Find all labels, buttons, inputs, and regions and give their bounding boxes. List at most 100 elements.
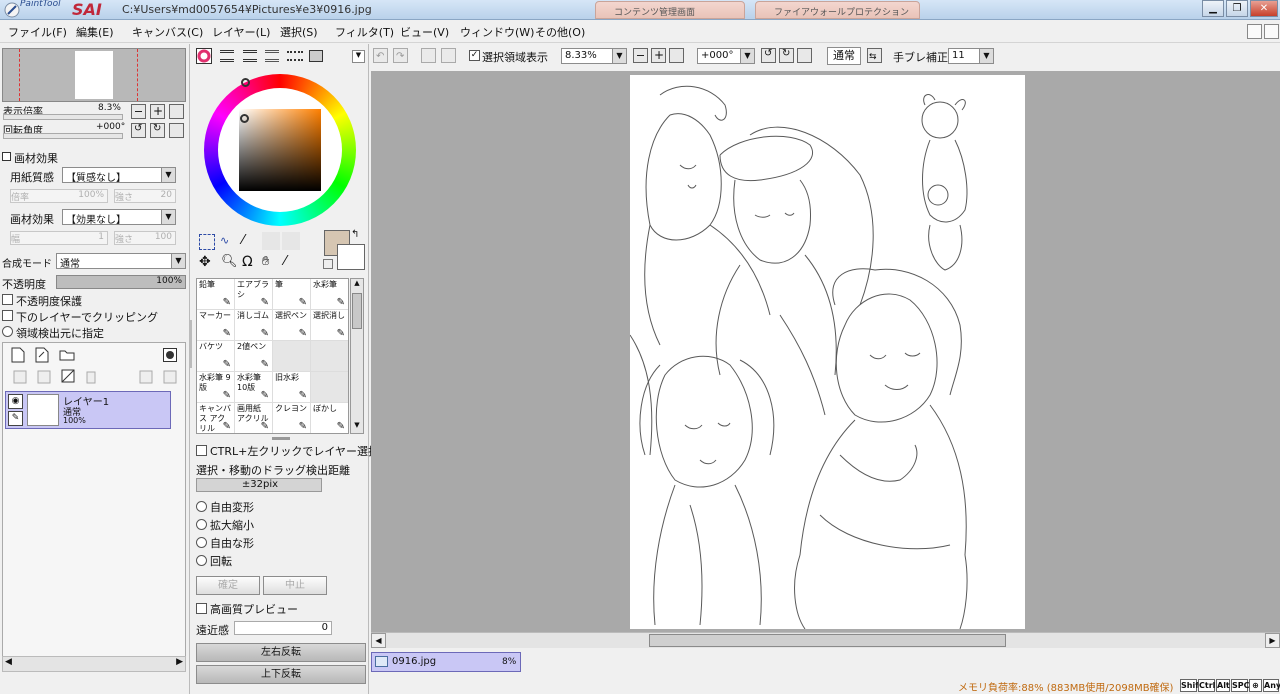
zoom-out-button[interactable] (131, 104, 146, 119)
drag-distance-slider[interactable]: ±32pix (196, 478, 322, 492)
stabilizer-select[interactable]: 11 ▼ (948, 48, 994, 64)
transparent-color-icon[interactable] (323, 259, 333, 269)
opacity-slider[interactable]: 100% (56, 275, 186, 289)
new-layer-icon[interactable] (11, 347, 25, 363)
deselect-button[interactable] (421, 48, 436, 63)
rotate-slider[interactable] (3, 133, 123, 139)
cancel-button[interactable]: 中止 (263, 576, 327, 595)
tool-slot[interactable]: 鉛筆 ✎ (197, 279, 235, 310)
rotate-reset-button[interactable] (169, 123, 184, 138)
tool-slot[interactable]: 水彩筆 10版 ✎ (235, 372, 273, 403)
minimize-button[interactable]: ▁ (1202, 0, 1224, 17)
canvas-rotate-reset-button[interactable] (797, 48, 812, 63)
scale-radio[interactable] (196, 519, 207, 530)
folder-icon[interactable] (59, 349, 75, 361)
layer-scrollbar[interactable]: ◀ ▶ (2, 656, 186, 672)
tool-slot[interactable]: 筆 ✎ (273, 279, 311, 310)
move-icon[interactable]: ✥ (199, 254, 211, 270)
saturation-value-square[interactable] (239, 109, 321, 191)
canvas-blend-button[interactable]: 通常 (827, 47, 861, 65)
tool-slot[interactable]: 水彩筆 9版 ✎ (197, 372, 235, 403)
canvas-horizontal-scrollbar[interactable]: ◀ ▶ (371, 632, 1280, 648)
panel-menu-icon[interactable]: ▼ (352, 50, 365, 63)
rotate-left-button[interactable]: ↺ (131, 123, 146, 138)
hq-preview-checkbox[interactable] (196, 603, 207, 614)
hue-handle[interactable] (241, 78, 250, 87)
scratchpad-icon[interactable] (287, 51, 303, 61)
rotate-right-button[interactable]: ↻ (150, 123, 165, 138)
tool-slot[interactable]: 水彩筆 ✎ (311, 279, 348, 310)
canvas-area[interactable] (371, 71, 1280, 632)
canvas-rotate-left-button[interactable]: ↺ (761, 48, 776, 63)
hand-icon[interactable]: ✋︎ (262, 254, 269, 269)
canvas-flip-button[interactable]: ⇆ (867, 48, 882, 63)
magic-wand-icon[interactable]: ⁄ (242, 233, 260, 251)
tool-slot[interactable]: キャンバス アクリル ✎ (197, 403, 235, 433)
layer-row[interactable]: ◉ ✎ レイヤー1 通常 100% (5, 391, 171, 429)
merge-down-icon[interactable] (37, 370, 51, 384)
pencil-icon[interactable]: ✎ (8, 411, 23, 426)
paper-texture-select[interactable]: 【質感なし】 ▼ (62, 167, 176, 183)
canvas-zoom-in-button[interactable]: + (651, 48, 666, 63)
canvas-rotate-right-button[interactable]: ↻ (779, 48, 794, 63)
menu-selection[interactable]: 選択(S) (280, 24, 318, 40)
tool-grid-scrollbar[interactable]: ▲ ▼ (350, 278, 364, 434)
rotate-radio[interactable] (196, 555, 207, 566)
confirm-button[interactable]: 確定 (196, 576, 260, 595)
zoom-slider[interactable] (3, 114, 123, 120)
canvas-zoom-out-button[interactable] (633, 48, 648, 63)
tool-slot[interactable]: 旧水彩 ✎ (273, 372, 311, 403)
color-mixer-icon[interactable] (309, 50, 323, 62)
menu-window[interactable]: ウィンドウ(W) (460, 24, 534, 40)
canvas-paper[interactable] (630, 75, 1025, 629)
flip-vertical-button[interactable]: 上下反転 (196, 665, 366, 684)
zoom-icon[interactable]: 🔍︎ (221, 254, 238, 269)
menu-layer[interactable]: レイヤー(L) (212, 24, 270, 40)
canvas-zoom-select[interactable]: 8.33% ▼ (561, 48, 627, 64)
layer-mask-button[interactable] (163, 348, 177, 362)
rotate-tool-icon[interactable]: Ω (242, 254, 253, 270)
menu-canvas[interactable]: キャンバス(C) (132, 24, 203, 40)
rect-select-icon[interactable] (199, 234, 215, 250)
menu-filter[interactable]: フィルタ(T) (335, 24, 394, 40)
protect-opacity-checkbox[interactable] (2, 294, 13, 305)
mdi-restore-button[interactable] (1247, 24, 1262, 39)
swap-colors-icon[interactable]: ↰ (351, 229, 359, 240)
selection-source-radio[interactable] (2, 326, 13, 337)
canvas-zoom-reset-button[interactable] (669, 48, 684, 63)
tool-slot[interactable]: バケツ ✎ (197, 341, 235, 372)
flip-horizontal-button[interactable]: 左右反転 (196, 643, 366, 662)
background-tab-1[interactable]: コンテンツ管理画面 (595, 1, 745, 19)
secondary-color-swatch[interactable] (337, 244, 365, 270)
redo-button[interactable]: ↷ (393, 48, 408, 63)
hsv-slider-icon[interactable] (243, 50, 257, 62)
color-wheel-tab[interactable] (196, 48, 212, 64)
lasso-icon[interactable]: ∿ (220, 234, 238, 250)
perspective-slider[interactable]: 0 (234, 621, 332, 635)
swatch-icon[interactable] (265, 50, 279, 62)
blend-mode-select[interactable]: 通常 ▼ (56, 253, 186, 269)
trash-icon[interactable] (85, 369, 97, 384)
undo-button[interactable]: ↶ (373, 48, 388, 63)
tool-slot[interactable]: 選択ペン ✎ (273, 310, 311, 341)
ctrl-click-checkbox[interactable] (196, 445, 207, 456)
rgb-slider-icon[interactable] (220, 50, 234, 62)
effect-select[interactable]: 【効果なし】 ▼ (62, 209, 176, 225)
distort-radio[interactable] (196, 537, 207, 548)
tool-slot[interactable]: マーカー ✎ (197, 310, 235, 341)
new-layer-folder-icon[interactable] (35, 347, 49, 363)
free-transform-radio[interactable] (196, 501, 207, 512)
background-tab-2[interactable]: ファイアウォールプロテクション (755, 1, 920, 19)
scroll-left-icon[interactable]: ◀ (371, 633, 386, 648)
clear-layer-icon[interactable] (61, 369, 75, 384)
tool-slot[interactable]: 画用紙 アクリル ✎ (235, 403, 273, 433)
eye-icon[interactable]: ◉ (8, 394, 23, 409)
hue-ring[interactable] (204, 74, 356, 226)
transfer-down-icon[interactable] (13, 370, 27, 384)
tool-slot[interactable]: 消しゴム ✎ (235, 310, 273, 341)
tool-grid-splitter[interactable] (272, 437, 290, 440)
scroll-thumb[interactable] (649, 634, 1006, 647)
canvas-rotate-select[interactable]: +000° ▼ (697, 48, 755, 64)
zoom-in-button[interactable]: + (150, 104, 165, 119)
navigator-preview[interactable] (2, 48, 186, 102)
